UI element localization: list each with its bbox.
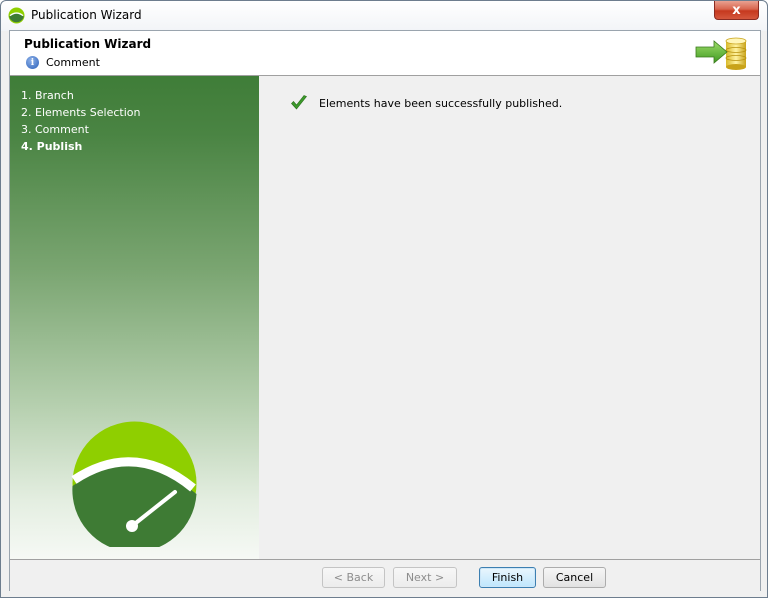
wizard-header: Publication Wizard i Comment xyxy=(10,31,760,76)
check-icon xyxy=(291,95,307,110)
step-elements-selection: 2. Elements Selection xyxy=(21,106,141,119)
wizard-footer: < Back Next > Finish Cancel xyxy=(10,559,760,591)
app-icon xyxy=(8,7,25,24)
publish-database-icon xyxy=(695,37,747,70)
wizard-client-area: Publication Wizard i Comment 1. Branch 2… xyxy=(9,30,761,591)
step-branch: 1. Branch xyxy=(21,89,74,102)
info-icon: i xyxy=(26,56,39,69)
title-bar[interactable]: Publication Wizard x xyxy=(1,1,767,30)
header-title: Publication Wizard xyxy=(24,37,152,51)
next-button[interactable]: Next > xyxy=(393,567,457,588)
step-publish: 4. Publish xyxy=(21,140,83,153)
wizard-steps-sidebar: 1. Branch 2. Elements Selection 3. Comme… xyxy=(10,76,259,559)
step-comment: 3. Comment xyxy=(21,123,89,136)
product-logo-icon xyxy=(71,421,197,547)
cancel-button[interactable]: Cancel xyxy=(543,567,606,588)
header-subtitle-row: i Comment xyxy=(24,56,100,69)
back-button[interactable]: < Back xyxy=(322,567,385,588)
steps-list: 1. Branch 2. Elements Selection 3. Comme… xyxy=(21,87,140,155)
close-icon: x xyxy=(732,2,741,18)
status-message: Elements have been successfully publishe… xyxy=(319,96,563,110)
wizard-window: Publication Wizard x Publication Wizard … xyxy=(0,0,768,598)
status-row: Elements have been successfully publishe… xyxy=(290,94,562,112)
finish-button[interactable]: Finish xyxy=(479,567,536,588)
header-subtitle: Comment xyxy=(46,56,100,69)
window-title: Publication Wizard xyxy=(31,8,142,22)
wizard-content: Elements have been successfully publishe… xyxy=(259,76,760,559)
close-button[interactable]: x xyxy=(714,1,759,20)
